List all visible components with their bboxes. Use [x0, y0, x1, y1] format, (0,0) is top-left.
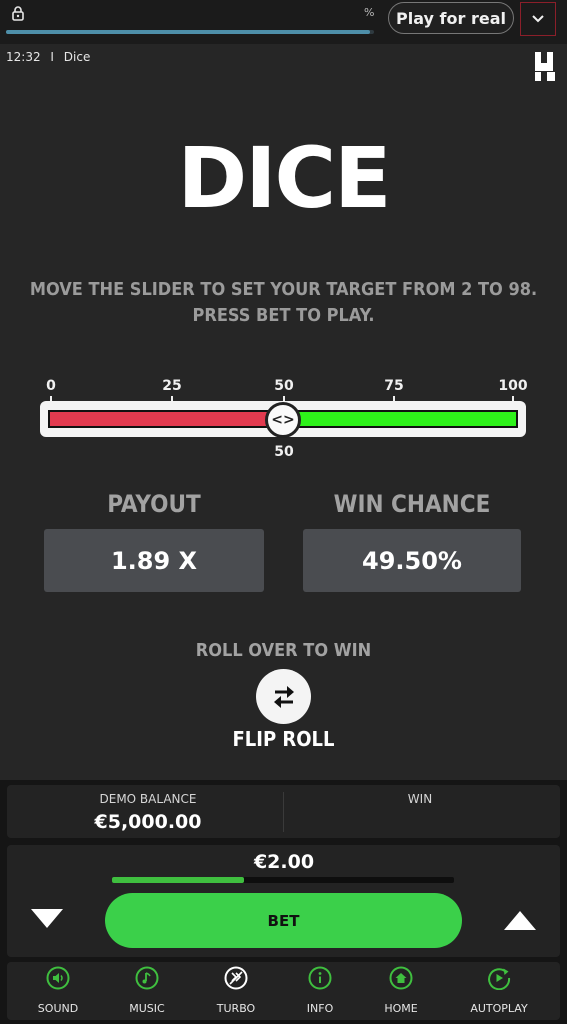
chevron-down-icon — [532, 15, 544, 23]
swap-arrows-icon — [273, 685, 294, 708]
win-label: WIN — [407, 792, 433, 806]
load-progress-bar — [6, 30, 374, 34]
win-chance-value: 49.50% — [303, 529, 521, 592]
instructions-line-2: PRESS BET TO PLAY. — [192, 305, 375, 326]
slider-tick-label: 50 — [274, 378, 294, 394]
decrease-bet-button[interactable] — [31, 909, 63, 928]
browser-top-bar: % Play for real — [0, 0, 567, 44]
nav-home[interactable]: HOME — [361, 966, 441, 1015]
nav-info[interactable]: INFO — [280, 966, 360, 1015]
slider-tick-label: 75 — [384, 378, 404, 394]
target-slider[interactable]: <> — [40, 401, 526, 438]
load-percent-symbol: % — [364, 6, 375, 19]
status-row: 12:32 I Dice — [6, 50, 90, 64]
slider-tick-label: 25 — [162, 378, 182, 394]
nav-info-label: INFO — [306, 1002, 334, 1015]
slider-lose-segment — [48, 410, 273, 428]
roll-over-label: ROLL OVER TO WIN — [195, 640, 372, 661]
play-for-real-button[interactable]: Play for real — [388, 2, 514, 34]
nav-autoplay[interactable]: AUTOPLAY — [459, 966, 539, 1015]
home-icon — [389, 966, 413, 990]
flip-roll-label: FLIP ROLL — [232, 727, 335, 751]
nav-sound[interactable]: SOUND — [18, 966, 98, 1015]
info-icon — [308, 966, 332, 990]
game-title: DICE — [177, 129, 391, 227]
status-separator: I — [50, 50, 54, 64]
slider-win-segment — [295, 410, 518, 428]
payout-label: PAYOUT — [107, 490, 201, 518]
slider-value: 50 — [274, 444, 294, 460]
instructions-line-1: MOVE THE SLIDER TO SET YOUR TARGET FROM … — [29, 279, 538, 300]
nav-music-label: MUSIC — [129, 1002, 165, 1015]
turbo-icon — [224, 966, 248, 990]
provider-logo-icon — [535, 52, 555, 81]
nav-music[interactable]: MUSIC — [107, 966, 187, 1015]
clock-time: 12:32 — [6, 50, 41, 64]
load-progress-fill — [6, 30, 371, 34]
slider-tick-label: 0 — [46, 378, 56, 394]
autoplay-icon — [488, 968, 511, 990]
speaker-icon — [46, 966, 70, 990]
nav-home-label: HOME — [384, 1002, 418, 1015]
bet-amount-fill — [112, 877, 244, 883]
win-chance-label: WIN CHANCE — [333, 490, 491, 518]
lock-icon — [12, 6, 24, 21]
slider-tick-label: 100 — [498, 378, 528, 394]
demo-balance-value: €5,000.00 — [94, 811, 202, 833]
nav-turbo-label: TURBO — [216, 1002, 256, 1015]
nav-autoplay-label: AUTOPLAY — [470, 1002, 528, 1015]
dropdown-button[interactable] — [520, 2, 556, 36]
bet-amount: €2.00 — [253, 851, 315, 873]
slider-thumb[interactable]: <> — [265, 402, 301, 438]
slider-thumb-arrows-icon: <> — [271, 412, 295, 428]
payout-value: 1.89 X — [44, 529, 264, 592]
demo-balance-label: DEMO BALANCE — [99, 792, 197, 806]
game-name: Dice — [63, 50, 91, 64]
nav-sound-label: SOUND — [37, 1002, 79, 1015]
increase-bet-button[interactable] — [504, 911, 536, 930]
balance-divider — [283, 792, 284, 832]
flip-roll-button[interactable] — [256, 669, 311, 724]
bet-amount-bar[interactable] — [112, 877, 454, 883]
music-note-icon — [135, 966, 159, 990]
nav-turbo[interactable]: TURBO — [196, 966, 276, 1015]
bet-button[interactable]: BET — [105, 893, 462, 948]
